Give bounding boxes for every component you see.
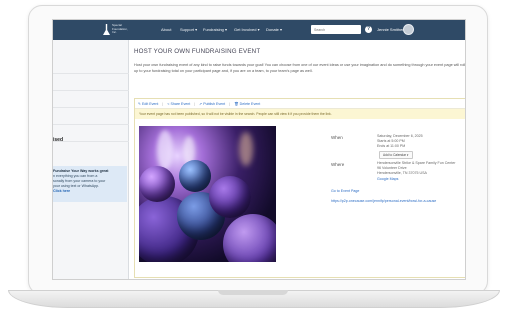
promo-link[interactable]: Click here (53, 189, 70, 193)
page-title: HOST YOUR OWN FUNDRAISING EVENT (134, 48, 261, 55)
share-event-link[interactable]: < Share Event (167, 102, 190, 106)
search-input[interactable] (311, 25, 361, 34)
event-date-time: Saturday, December 6, 2025 Starts at 5:0… (377, 134, 423, 148)
event-action-bar: ✎ Edit Event | < Share Event | ⇗ Publish… (135, 99, 465, 109)
where-label: Where (331, 162, 345, 167)
nav-about[interactable]: About (161, 27, 171, 32)
sidebar-item[interactable] (53, 108, 129, 125)
unpublished-notice: Your event page has not been published, … (135, 109, 465, 119)
event-panel: ✎ Edit Event | < Share Event | ⇗ Publish… (134, 98, 465, 278)
logo-text: Special Foundation, Inc. (112, 23, 128, 35)
laptop-notch (218, 290, 288, 295)
user-name[interactable]: Jennie Smithers (377, 27, 406, 32)
nav-donate[interactable]: Donate ▾ (266, 27, 282, 32)
browser-screen: Special Foundation, Inc. About Support ▾… (52, 19, 466, 280)
sidebar-item[interactable] (53, 57, 129, 74)
event-photo (139, 126, 276, 262)
google-maps-link[interactable]: Google Maps (377, 177, 398, 181)
help-icon[interactable]: ? (365, 26, 372, 33)
main-content: HOST YOUR OWN FUNDRAISING EVENT Host you… (133, 40, 466, 279)
sidebar: ised Fundraise Your Way works great n ev… (53, 40, 129, 279)
promo-body: n everything you can from a sonally from… (53, 174, 106, 188)
nav-get-involved[interactable]: Get Involved ▾ (234, 27, 260, 32)
logo-icon (103, 24, 110, 35)
sidebar-item[interactable] (53, 125, 129, 142)
event-page-link[interactable]: Go to Event Page (331, 189, 359, 193)
top-navigation: Special Foundation, Inc. About Support ▾… (53, 20, 465, 40)
publish-event-link[interactable]: ⇗ Publish Event (199, 102, 225, 106)
nav-fundraising[interactable]: Fundraising ▾ (203, 27, 227, 32)
intro-text: Host your own fundraising event of any k… (134, 63, 466, 73)
sidebar-item[interactable] (53, 74, 129, 91)
delete-event-link[interactable]: 🗑 Delete Event (234, 102, 260, 106)
nav-support[interactable]: Support ▾ (180, 27, 197, 32)
sidebar-item[interactable] (53, 91, 129, 108)
when-label: When (331, 135, 343, 140)
sidebar-item-active-label[interactable]: ised (53, 137, 63, 143)
avatar[interactable] (403, 24, 414, 35)
event-address: Hendersonville Strike & Spare Family Fun… (377, 161, 456, 175)
site-logo[interactable]: Special Foundation, Inc. (103, 24, 130, 35)
edit-event-link[interactable]: ✎ Edit Event (138, 102, 158, 106)
sidebar-promo: Fundraise Your Way works great n everyth… (53, 166, 127, 202)
event-url-link[interactable]: https://p2p.onecause.com/jennifp/persona… (331, 199, 436, 203)
add-to-calendar-button[interactable]: Add to Calendar ▾ (379, 151, 413, 159)
